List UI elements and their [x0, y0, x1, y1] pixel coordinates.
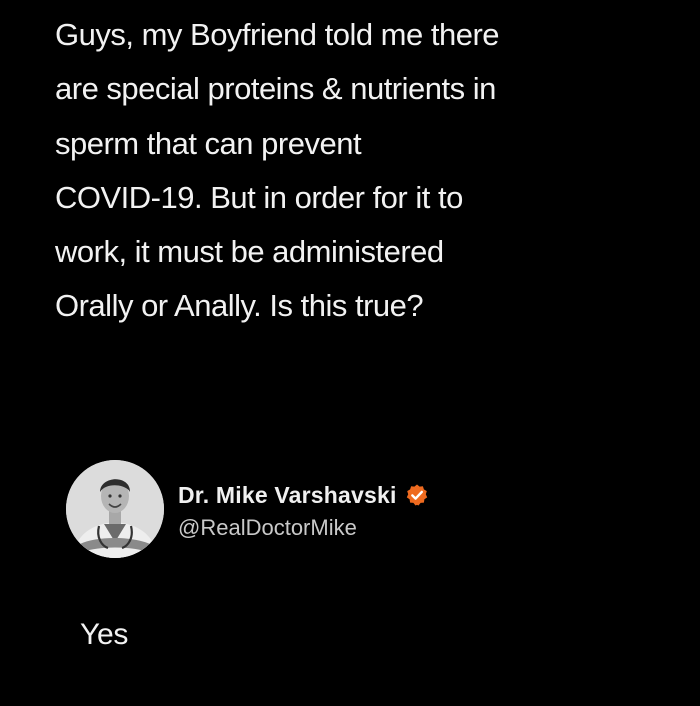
- verified-badge-icon: [405, 483, 429, 507]
- tweet-screenshot: Guys, my Boyfriend told me there are spe…: [0, 0, 700, 706]
- post-text: Guys, my Boyfriend told me there are spe…: [55, 8, 685, 334]
- post-text-line: sperm that can prevent: [55, 125, 362, 161]
- avatar[interactable]: [66, 460, 164, 558]
- avatar-photo: [66, 460, 164, 558]
- post-text-line: work, it must be administered: [55, 234, 444, 270]
- post-text-line: are special proteins & nutrients in: [55, 71, 496, 107]
- author-name[interactable]: Dr. Mike Varshavski: [178, 482, 397, 509]
- author-info: Dr. Mike Varshavski @RealDoctorMike: [178, 480, 429, 541]
- name-row: Dr. Mike Varshavski: [178, 480, 429, 510]
- reply-author[interactable]: Dr. Mike Varshavski @RealDoctorMike: [66, 460, 626, 560]
- post-text-line: Orally or Anally. Is this true?: [55, 288, 424, 324]
- post-text-line: Guys, my Boyfriend told me there: [55, 17, 500, 52]
- post-text-line: COVID-19. But in order for it to: [55, 179, 463, 215]
- reply-text: Yes: [80, 618, 129, 651]
- author-handle[interactable]: @RealDoctorMike: [178, 515, 429, 541]
